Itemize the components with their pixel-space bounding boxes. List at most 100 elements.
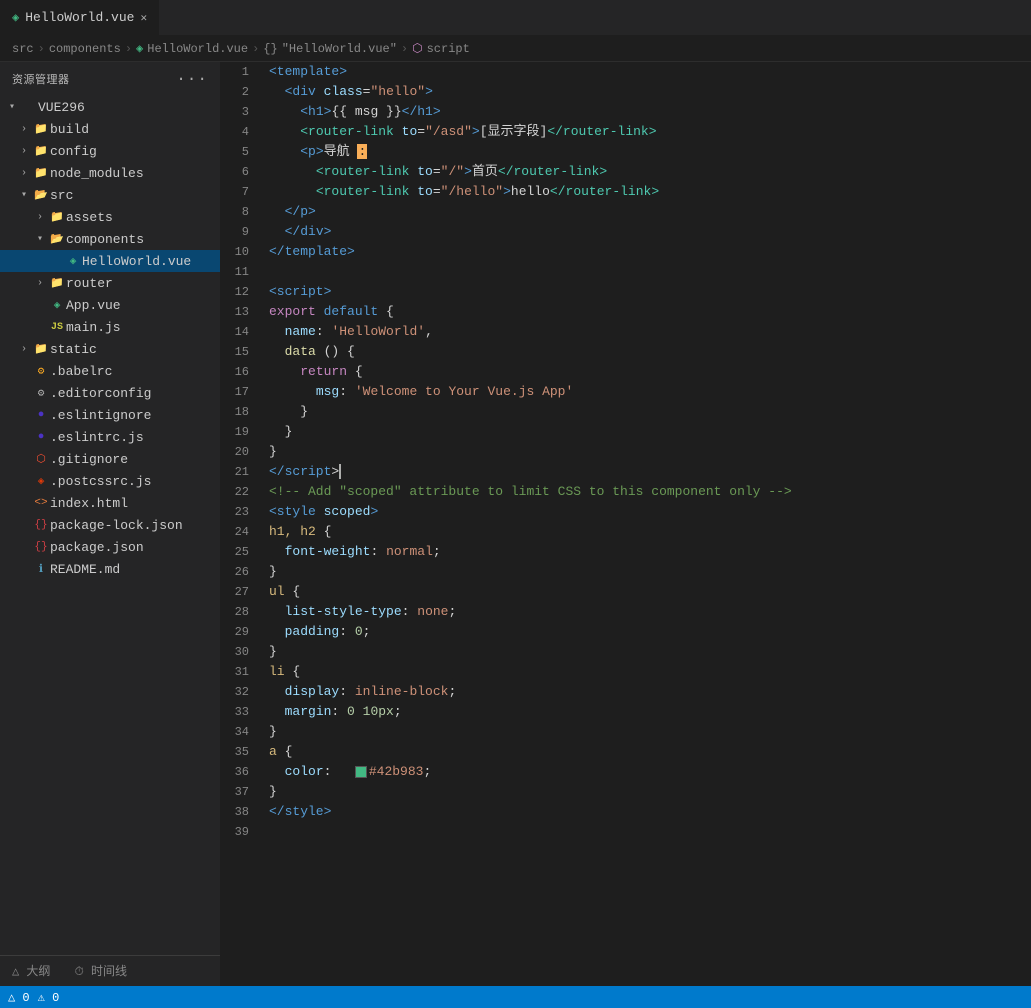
code-line: 36 color: #42b983; — [220, 762, 1031, 782]
sidebar-item-router[interactable]: › 📁 router — [0, 272, 220, 294]
sidebar-item-label: .editorconfig — [50, 386, 151, 401]
sidebar-item-postcss[interactable]: ◈ .postcssrc.js — [0, 470, 220, 492]
main-layout: 资源管理器 ··· ▾ VUE296 › 📁 build › � — [0, 62, 1031, 986]
sidebar-header: 资源管理器 ··· — [0, 62, 220, 96]
tab-helloworld[interactable]: ◈ HelloWorld.vue ✕ — [0, 0, 160, 35]
folder-icon: 📁 — [32, 166, 50, 180]
breadcrumb-quoted-filename[interactable]: "HelloWorld.vue" — [282, 42, 397, 56]
timeline-tab[interactable]: ⏱ 时间线 — [62, 956, 139, 986]
code-line: 28 list-style-type: none; — [220, 602, 1031, 622]
sidebar-item-build[interactable]: › 📁 build — [0, 118, 220, 140]
breadcrumb: src › components › ◈ HelloWorld.vue › {}… — [0, 36, 1031, 62]
arrow-icon: ▾ — [32, 233, 48, 245]
breadcrumb-components[interactable]: components — [49, 42, 121, 56]
sidebar-item-label: .eslintrc.js — [50, 430, 144, 445]
arrow-icon: › — [32, 278, 48, 289]
postcss-icon: ◈ — [32, 474, 50, 488]
eslint-icon: ● — [32, 409, 50, 421]
code-line: 39 — [220, 822, 1031, 842]
sidebar-item-components[interactable]: ▾ 📂 components — [0, 228, 220, 250]
sidebar: 资源管理器 ··· ▾ VUE296 › 📁 build › � — [0, 62, 220, 986]
code-line: 38 </style> — [220, 802, 1031, 822]
sidebar-item-label: build — [50, 122, 89, 137]
code-line: 3 <h1>{{ msg }}</h1> — [220, 102, 1031, 122]
arrow-icon: › — [16, 146, 32, 157]
eslint2-icon: ● — [32, 431, 50, 443]
folder-icon: 📁 — [32, 144, 50, 158]
sidebar-item-eslintignore[interactable]: ● .eslintignore — [0, 404, 220, 426]
sidebar-item-package-lock[interactable]: {} package-lock.json — [0, 514, 220, 536]
code-line: 35 a { — [220, 742, 1031, 762]
status-errors[interactable]: △ 0 — [8, 990, 30, 1005]
sidebar-item-eslintrc[interactable]: ● .eslintrc.js — [0, 426, 220, 448]
code-line: 24 h1, h2 { — [220, 522, 1031, 542]
sidebar-item-app-vue[interactable]: ◈ App.vue — [0, 294, 220, 316]
code-line: 19 } — [220, 422, 1031, 442]
tab-filename: HelloWorld.vue — [25, 10, 134, 25]
breadcrumb-src[interactable]: src — [12, 42, 34, 56]
code-line: 37 } — [220, 782, 1031, 802]
color-swatch — [355, 766, 367, 778]
sidebar-menu-button[interactable]: ··· — [176, 70, 208, 88]
sidebar-item-babelrc[interactable]: ⚙ .babelrc — [0, 360, 220, 382]
folder-icon: 📁 — [48, 210, 66, 224]
sidebar-item-static[interactable]: › 📁 static — [0, 338, 220, 360]
sidebar-title: 资源管理器 — [12, 71, 70, 87]
code-line: 6 <router-link to="/">首页</router-link> — [220, 162, 1031, 182]
sidebar-item-index-html[interactable]: <> index.html — [0, 492, 220, 514]
code-line: 12 <script> — [220, 282, 1031, 302]
sidebar-item-root[interactable]: ▾ VUE296 — [0, 96, 220, 118]
tab-bar: ◈ HelloWorld.vue ✕ — [0, 0, 1031, 36]
code-line: 7 <router-link to="/hello">hello</router… — [220, 182, 1031, 202]
code-line: 20 } — [220, 442, 1031, 462]
code-line: 2 <div class="hello"> — [220, 82, 1031, 102]
code-line: 33 margin: 0 10px; — [220, 702, 1031, 722]
sidebar-item-label: README.md — [50, 562, 120, 577]
sidebar-item-node-modules[interactable]: › 📁 node_modules — [0, 162, 220, 184]
sidebar-item-helloworld[interactable]: ◈ HelloWorld.vue — [0, 250, 220, 272]
sidebar-item-label: package.json — [50, 540, 144, 555]
breadcrumb-filename[interactable]: HelloWorld.vue — [147, 42, 248, 56]
sidebar-item-label: .eslintignore — [50, 408, 151, 423]
sidebar-bottom-tabs: △ 大纲 ⏱ 时间线 — [0, 956, 220, 986]
code-line: 30 } — [220, 642, 1031, 662]
code-editor[interactable]: 1 <template> 2 <div class="hello"> 3 <h1… — [220, 62, 1031, 986]
outline-tab[interactable]: △ 大纲 — [0, 956, 62, 986]
sidebar-item-label: index.html — [50, 496, 128, 511]
status-bar: △ 0 ⚠ 0 — [0, 986, 1031, 1008]
status-warnings[interactable]: ⚠ 0 — [38, 990, 60, 1005]
code-line: 31 li { — [220, 662, 1031, 682]
code-container: 1 <template> 2 <div class="hello"> 3 <h1… — [220, 62, 1031, 986]
sidebar-item-package-json[interactable]: {} package.json — [0, 536, 220, 558]
sidebar-item-label: node_modules — [50, 166, 144, 181]
vue-file-icon: ◈ — [48, 298, 66, 312]
sidebar-item-gitignore[interactable]: ⬡ .gitignore — [0, 448, 220, 470]
sidebar-item-assets[interactable]: › 📁 assets — [0, 206, 220, 228]
vue-file-icon: ◈ — [64, 254, 82, 268]
sidebar-item-label: router — [66, 276, 113, 291]
editor-icon: ⚙ — [32, 386, 50, 400]
sidebar-item-src[interactable]: ▾ 📂 src — [0, 184, 220, 206]
code-line: 32 display: inline-block; — [220, 682, 1031, 702]
tab-close-button[interactable]: ✕ — [140, 11, 147, 25]
sidebar-item-readme[interactable]: ℹ README.md — [0, 558, 220, 580]
code-line: 34 } — [220, 722, 1031, 742]
breadcrumb-obj-icon: {} — [263, 42, 277, 56]
babel-icon: ⚙ — [32, 364, 50, 378]
code-line: 1 <template> — [220, 62, 1031, 82]
sidebar-item-editorconfig[interactable]: ⚙ .editorconfig — [0, 382, 220, 404]
sidebar-item-label: static — [50, 342, 97, 357]
sidebar-item-config[interactable]: › 📁 config — [0, 140, 220, 162]
folder-icon: 📂 — [32, 188, 50, 202]
html-icon: <> — [32, 497, 50, 509]
git-icon: ⬡ — [32, 452, 50, 466]
code-line: 8 </p> — [220, 202, 1031, 222]
breadcrumb-script[interactable]: script — [427, 42, 470, 56]
readme-icon: ℹ — [32, 562, 50, 576]
folder-icon: 📁 — [32, 122, 50, 136]
sidebar-item-main-js[interactable]: JS main.js — [0, 316, 220, 338]
code-line: 13 export default { — [220, 302, 1031, 322]
code-line: 10 </template> — [220, 242, 1031, 262]
breadcrumb-vue-icon: ◈ — [136, 41, 143, 56]
sidebar-item-label: src — [50, 188, 73, 203]
